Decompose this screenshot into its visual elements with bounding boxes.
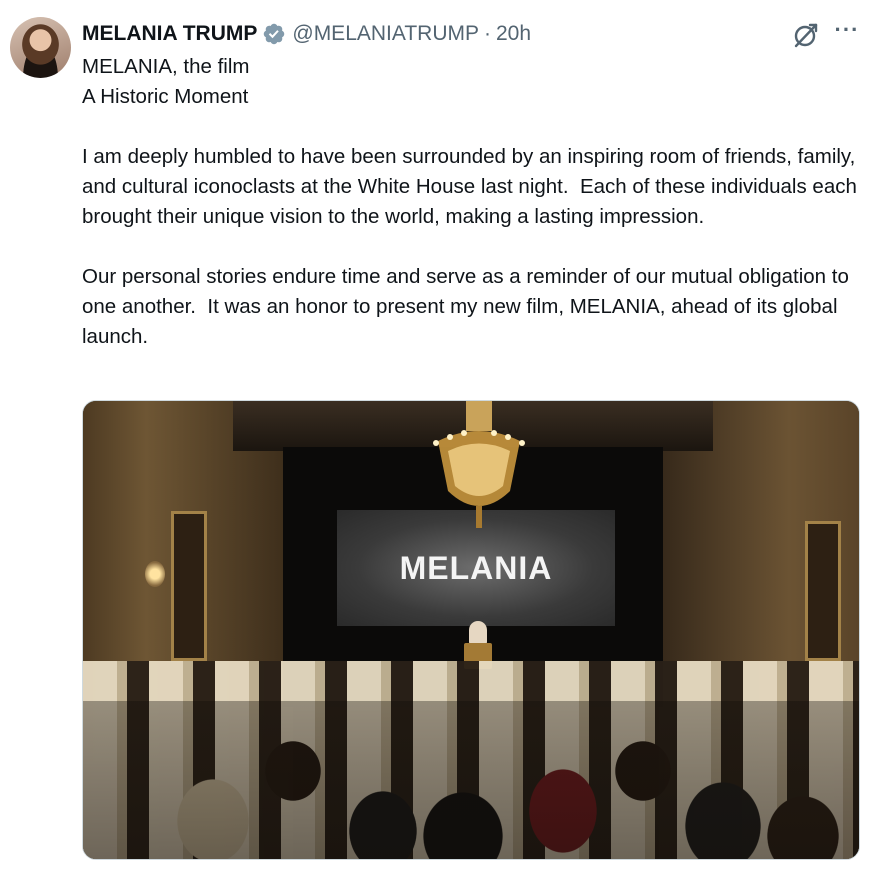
- photo-portrait-frame: [171, 511, 207, 661]
- tweet-paragraph: [82, 232, 862, 262]
- verified-badge-icon[interactable]: [262, 22, 286, 46]
- tweet-timestamp[interactable]: 20h: [496, 22, 531, 46]
- grok-icon[interactable]: [791, 20, 821, 50]
- photo-shadow: [83, 701, 859, 859]
- author-handle[interactable]: @MELANIATRUMP: [292, 22, 479, 46]
- author-name[interactable]: MELANIA TRUMP: [82, 22, 257, 46]
- tweet-text: MELANIA, the film A Historic Moment I am…: [82, 52, 862, 352]
- photo-wall-sconce: [145, 561, 165, 587]
- more-options-icon[interactable]: ···: [832, 19, 862, 44]
- photo-speaker: [469, 621, 487, 645]
- chandelier-icon: [418, 401, 540, 531]
- separator-dot: ·: [484, 22, 491, 45]
- tweet-header: MELANIA TRUMP @MELANIATRUMP · 20h: [82, 20, 531, 48]
- photo-portrait-frame: [805, 521, 841, 661]
- tweet-paragraph: I am deeply humbled to have been surroun…: [82, 145, 863, 228]
- screen-title: MELANIA: [399, 549, 553, 586]
- tweet-media-photo[interactable]: MELANIA: [82, 400, 860, 860]
- tweet-paragraph: Our personal stories endure time and ser…: [82, 265, 855, 348]
- tweet: MELANIA TRUMP @MELANIATRUMP · 20h ··· ME…: [0, 0, 884, 874]
- author-avatar[interactable]: [10, 17, 71, 78]
- tweet-paragraph: [82, 112, 862, 142]
- tweet-paragraph: MELANIA, the film A Historic Moment: [82, 55, 250, 108]
